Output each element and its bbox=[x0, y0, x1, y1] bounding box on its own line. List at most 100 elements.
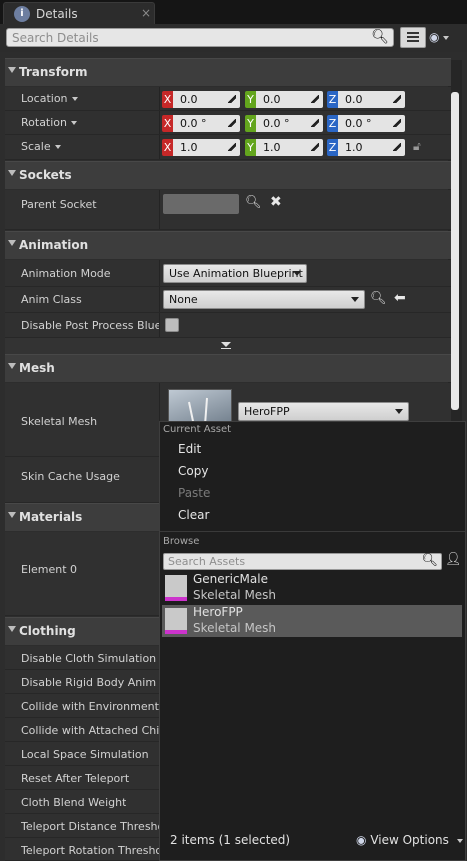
row-animation-mode: Animation Mode Use Animation Blueprint bbox=[5, 260, 451, 287]
clothing-label: Collide with Environment bbox=[21, 700, 159, 713]
list-icon bbox=[407, 32, 419, 42]
section-mesh[interactable]: Mesh bbox=[5, 354, 451, 382]
close-icon[interactable]: × bbox=[141, 6, 151, 20]
rotation-label[interactable]: Rotation bbox=[21, 116, 78, 129]
axis-z-label: Z bbox=[327, 91, 338, 108]
rotation-x-field[interactable]: 0.0 ° bbox=[173, 115, 240, 132]
section-animation[interactable]: Animation bbox=[5, 231, 451, 259]
clothing-label: Teleport Rotation Threshold bbox=[21, 844, 159, 857]
scale-x-field[interactable]: 1.0 bbox=[173, 139, 240, 156]
user-icon[interactable]: 👤︎ bbox=[445, 552, 462, 567]
axis-x-label: X bbox=[162, 115, 173, 132]
axis-y-label: Y bbox=[245, 115, 256, 132]
location-z-field[interactable]: 0.0 bbox=[338, 91, 405, 108]
menu-item-edit[interactable]: Edit bbox=[178, 442, 201, 456]
asset-item-selected[interactable]: HeroFPP Skeletal Mesh bbox=[162, 605, 462, 637]
section-title: Animation bbox=[19, 238, 89, 252]
chevron-down-icon bbox=[443, 35, 450, 40]
row-location: Location X 0.0 Y 0.0 Z 0.0 bbox=[5, 87, 451, 111]
clear-icon[interactable]: ✖ bbox=[270, 194, 282, 210]
view-options-button[interactable]: ◉ bbox=[429, 30, 450, 44]
asset-picker-menu: Current Asset Edit Copy Paste Clear Brow… bbox=[159, 421, 466, 861]
clothing-label: Teleport Distance Threshol bbox=[21, 820, 159, 833]
collapse-arrow-icon bbox=[8, 240, 16, 246]
axis-z-label: Z bbox=[327, 139, 338, 156]
menu-item-paste[interactable]: Paste bbox=[178, 486, 210, 500]
location-label[interactable]: Location bbox=[21, 92, 78, 105]
tab-title: Details bbox=[36, 7, 78, 21]
use-selected-arrow-icon[interactable]: ⬅ bbox=[394, 290, 406, 306]
axis-x-label: X bbox=[162, 91, 173, 108]
scale-label[interactable]: Scale bbox=[21, 140, 61, 153]
search-icon: 🔍︎ bbox=[371, 29, 389, 45]
asset-search-input[interactable]: Search Assets 🔍︎ bbox=[163, 553, 442, 570]
anim-class-dropdown[interactable]: None bbox=[163, 290, 365, 309]
clothing-label: Disable Rigid Body Anim No bbox=[21, 676, 159, 689]
collapse-arrow-icon bbox=[8, 363, 16, 369]
chevron-down-icon bbox=[395, 409, 403, 414]
axis-y-label: Y bbox=[245, 91, 256, 108]
location-x-field[interactable]: 0.0 bbox=[173, 91, 240, 108]
clothing-label: Local Space Simulation bbox=[21, 748, 149, 761]
skeletal-mesh-icon bbox=[165, 575, 187, 601]
lock-icon[interactable]: 🔓︎ bbox=[413, 139, 421, 154]
row-rotation: Rotation X 0.0 ° Y 0.0 ° Z 0.0 ° bbox=[5, 111, 451, 135]
property-matrix-button[interactable] bbox=[400, 27, 426, 48]
search-icon[interactable]: 🔍︎ bbox=[245, 195, 262, 210]
row-scale: Scale X 1.0 Y 1.0 Z 1.0 🔓︎ bbox=[5, 135, 451, 160]
tab-details[interactable]: i Details × bbox=[3, 2, 155, 24]
search-icon[interactable]: 🔍︎ bbox=[370, 291, 387, 306]
clothing-label: Disable Cloth Simulation bbox=[21, 652, 157, 665]
row-anim-class: Anim Class None 🔍︎ ⬅ bbox=[5, 287, 451, 313]
clothing-label: Collide with Attached Childr bbox=[21, 724, 159, 737]
rotation-z-field[interactable]: 0.0 ° bbox=[338, 115, 405, 132]
skeletal-mesh-icon bbox=[165, 608, 187, 634]
disable-post-process-checkbox[interactable] bbox=[165, 318, 179, 332]
animation-mode-label: Animation Mode bbox=[21, 267, 111, 280]
section-sockets[interactable]: Sockets bbox=[5, 161, 451, 189]
parent-socket-label: Parent Socket bbox=[21, 198, 97, 211]
scale-z-field[interactable]: 1.0 bbox=[338, 139, 405, 156]
details-icon: i bbox=[14, 6, 30, 22]
asset-type: Skeletal Mesh bbox=[193, 588, 277, 602]
expand-advanced-icon bbox=[221, 342, 231, 347]
browse-header: Browse bbox=[163, 536, 200, 547]
section-title: Clothing bbox=[19, 624, 76, 638]
anim-class-label: Anim Class bbox=[21, 293, 82, 306]
collapse-arrow-icon bbox=[8, 512, 16, 518]
menu-item-copy[interactable]: Copy bbox=[178, 464, 208, 478]
search-input[interactable]: Search Details 🔍︎ bbox=[6, 28, 394, 47]
collapse-arrow-icon bbox=[8, 626, 16, 632]
view-options-label: View Options bbox=[370, 833, 449, 847]
clothing-label: Cloth Blend Weight bbox=[21, 796, 127, 809]
chevron-down-icon bbox=[351, 297, 359, 302]
row-parent-socket: Parent Socket 🔍︎ ✖ bbox=[5, 190, 451, 230]
advanced-expander[interactable] bbox=[5, 338, 451, 354]
row-disable-post-process: Disable Post Process Bluep bbox=[5, 313, 451, 338]
section-title: Transform bbox=[19, 65, 88, 79]
collapse-arrow-icon bbox=[8, 170, 16, 176]
chevron-down-icon bbox=[293, 271, 301, 276]
animation-mode-dropdown[interactable]: Use Animation Blueprint bbox=[163, 264, 307, 283]
skin-cache-label: Skin Cache Usage bbox=[21, 470, 120, 483]
view-options-button[interactable]: ◉ View Options bbox=[356, 833, 463, 847]
disable-post-process-label: Disable Post Process Bluep bbox=[21, 319, 159, 332]
axis-x-label: X bbox=[162, 139, 173, 156]
collapse-arrow-icon bbox=[8, 67, 16, 73]
asset-search-placeholder: Search Assets bbox=[168, 555, 246, 568]
parent-socket-field[interactable] bbox=[163, 194, 239, 214]
scale-y-field[interactable]: 1.0 bbox=[256, 139, 323, 156]
location-y-field[interactable]: 0.0 bbox=[256, 91, 323, 108]
section-title: Mesh bbox=[19, 361, 55, 375]
search-placeholder: Search Details bbox=[12, 31, 99, 45]
asset-item[interactable]: GenericMale Skeletal Mesh bbox=[162, 572, 462, 604]
menu-item-clear[interactable]: Clear bbox=[178, 508, 209, 522]
rotation-y-field[interactable]: 0.0 ° bbox=[256, 115, 323, 132]
scrollbar-thumb[interactable] bbox=[451, 92, 459, 410]
skeletal-mesh-label: Skeletal Mesh bbox=[21, 415, 98, 428]
skeletal-mesh-dropdown[interactable]: HeroFPP bbox=[238, 402, 409, 421]
clothing-label: Reset After Teleport bbox=[21, 772, 130, 785]
section-transform[interactable]: Transform bbox=[5, 58, 451, 86]
search-icon: 🔍︎ bbox=[421, 553, 438, 568]
current-asset-header: Current Asset bbox=[163, 424, 232, 435]
